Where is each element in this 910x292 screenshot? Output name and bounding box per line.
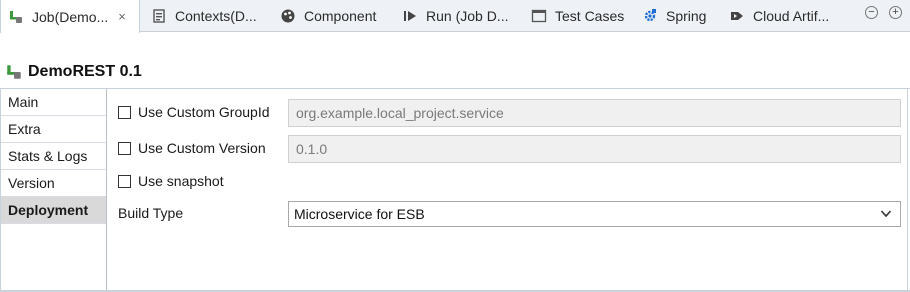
test-cases-icon — [530, 7, 548, 25]
editor-header: DemoREST 0.1 — [0, 56, 142, 88]
tab-job[interactable]: Job(Demo... × — [0, 0, 140, 33]
tab-contexts[interactable]: Contexts(D... — [150, 0, 257, 32]
tab-label: Cloud Artif... — [753, 8, 830, 24]
custom-version-label: Use Custom Version — [138, 140, 266, 156]
tab-component[interactable]: Component — [279, 0, 376, 32]
sidebar-item-stats-logs[interactable]: Stats & Logs — [1, 143, 106, 170]
snapshot-row: Use snapshot — [118, 173, 224, 189]
job-icon — [5, 63, 23, 81]
build-type-label: Build Type — [118, 205, 184, 221]
component-icon — [279, 7, 297, 25]
build-type-value: Microservice for ESB — [294, 206, 425, 222]
custom-group-id-row: Use Custom GroupId — [118, 104, 270, 120]
tab-spring[interactable]: Spring — [641, 0, 706, 32]
build-type-select[interactable]: Microservice for ESB — [288, 201, 901, 227]
tab-label: Run (Job D... — [426, 8, 509, 24]
divider — [907, 89, 908, 292]
sidebar-item-version[interactable]: Version — [1, 170, 106, 197]
spring-icon — [641, 7, 659, 25]
maximize-icon[interactable]: + — [889, 6, 902, 19]
snapshot-label: Use snapshot — [138, 173, 224, 189]
sidebar-item-deployment[interactable]: Deployment — [1, 197, 106, 224]
cloud-artifact-icon — [728, 7, 746, 25]
sidebar: Main Extra Stats & Logs Version Deployme… — [0, 89, 107, 292]
sidebar-item-main[interactable]: Main — [1, 89, 106, 116]
custom-version-checkbox[interactable] — [118, 141, 131, 155]
tab-label: Component — [304, 8, 377, 24]
contexts-icon — [150, 7, 168, 25]
build-type-row: Build Type — [118, 205, 183, 221]
tab-label: Test Cases — [555, 8, 625, 24]
chevron-down-icon[interactable] — [880, 202, 892, 233]
tab-label: Contexts(D... — [175, 8, 257, 24]
tab-test-cases[interactable]: Test Cases — [530, 0, 624, 32]
group-id-field[interactable]: org.example.local_project.service — [288, 99, 901, 127]
page-title: DemoREST 0.1 — [28, 63, 142, 80]
tab-label: Job(Demo... — [32, 8, 109, 25]
tab-cloud-artifact[interactable]: Cloud Artif... — [728, 0, 829, 32]
minimize-icon[interactable]: − — [865, 6, 878, 19]
close-icon[interactable]: × — [118, 9, 126, 24]
run-icon — [401, 7, 419, 25]
tab-label: Spring — [666, 8, 707, 24]
snapshot-checkbox[interactable] — [118, 174, 131, 188]
tab-run[interactable]: Run (Job D... — [401, 0, 508, 32]
custom-group-id-label: Use Custom GroupId — [138, 104, 270, 120]
editor-tab-bar: Job(Demo... × Contexts(D... Component Ru… — [0, 0, 910, 33]
version-field[interactable]: 0.1.0 — [288, 135, 901, 163]
sidebar-item-extra[interactable]: Extra — [1, 116, 106, 143]
job-icon — [7, 8, 25, 26]
divider — [0, 88, 910, 89]
custom-version-row: Use Custom Version — [118, 140, 266, 156]
custom-group-id-checkbox[interactable] — [118, 105, 131, 119]
